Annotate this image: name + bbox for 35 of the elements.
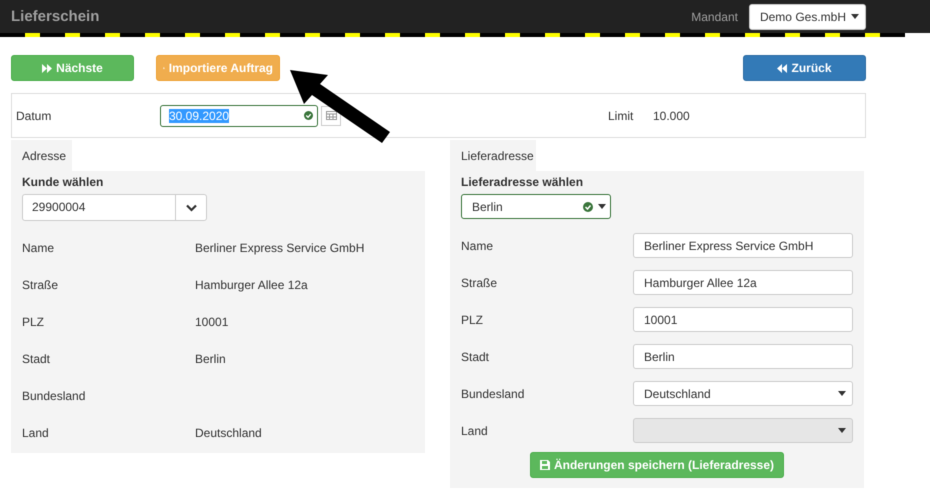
field-label: Straße xyxy=(461,276,498,290)
field-label: Stadt xyxy=(22,352,52,366)
text-field[interactable]: 10001 xyxy=(633,307,853,332)
field-label: Name xyxy=(22,240,56,254)
mandant-select[interactable]: Demo Ges.mbH xyxy=(748,4,866,30)
field-value: 10001 xyxy=(195,314,228,328)
delivery-address-select[interactable]: Berlin xyxy=(461,194,611,219)
field-label: Name xyxy=(461,238,494,252)
text-field[interactable]: Berlin xyxy=(633,344,853,369)
field-value: Berliner Express Service GmbH xyxy=(195,240,364,254)
field-label: Bundesland xyxy=(22,388,86,402)
dropdown-field[interactable]: Deutschland xyxy=(633,381,853,406)
customer-select-label: Kunde wählen xyxy=(22,175,104,189)
delivery-select-label: Lieferadresse wählen xyxy=(461,175,584,189)
field-value: Deutschland xyxy=(195,426,262,440)
field-label: PLZ xyxy=(22,314,46,328)
field-label: Stadt xyxy=(461,350,490,364)
field-label: Bundesland xyxy=(461,386,526,400)
limit-label: Limit xyxy=(608,108,634,122)
delivery-address-tab[interactable]: Lieferadresse xyxy=(450,140,536,171)
field-label: Land xyxy=(461,424,489,438)
customer-select[interactable]: 29900004 xyxy=(22,194,207,221)
limit-value: 10.000 xyxy=(653,108,690,122)
field-label: Land xyxy=(22,426,50,440)
text-field[interactable]: Berliner Express Service GmbH xyxy=(633,233,853,258)
field-value: Hamburger Allee 12a xyxy=(195,278,308,292)
field-value: Berlin xyxy=(195,352,226,366)
address-tab[interactable]: Adresse xyxy=(11,140,72,171)
page-title: Lieferschein xyxy=(11,8,100,25)
mandant-label: Mandant xyxy=(691,10,738,24)
back-button[interactable]: Zurück xyxy=(743,55,866,81)
date-label: Datum xyxy=(16,108,52,122)
text-field[interactable]: Hamburger Allee 12a xyxy=(633,270,853,295)
field-label: PLZ xyxy=(461,312,484,326)
field-label: Straße xyxy=(22,278,60,292)
